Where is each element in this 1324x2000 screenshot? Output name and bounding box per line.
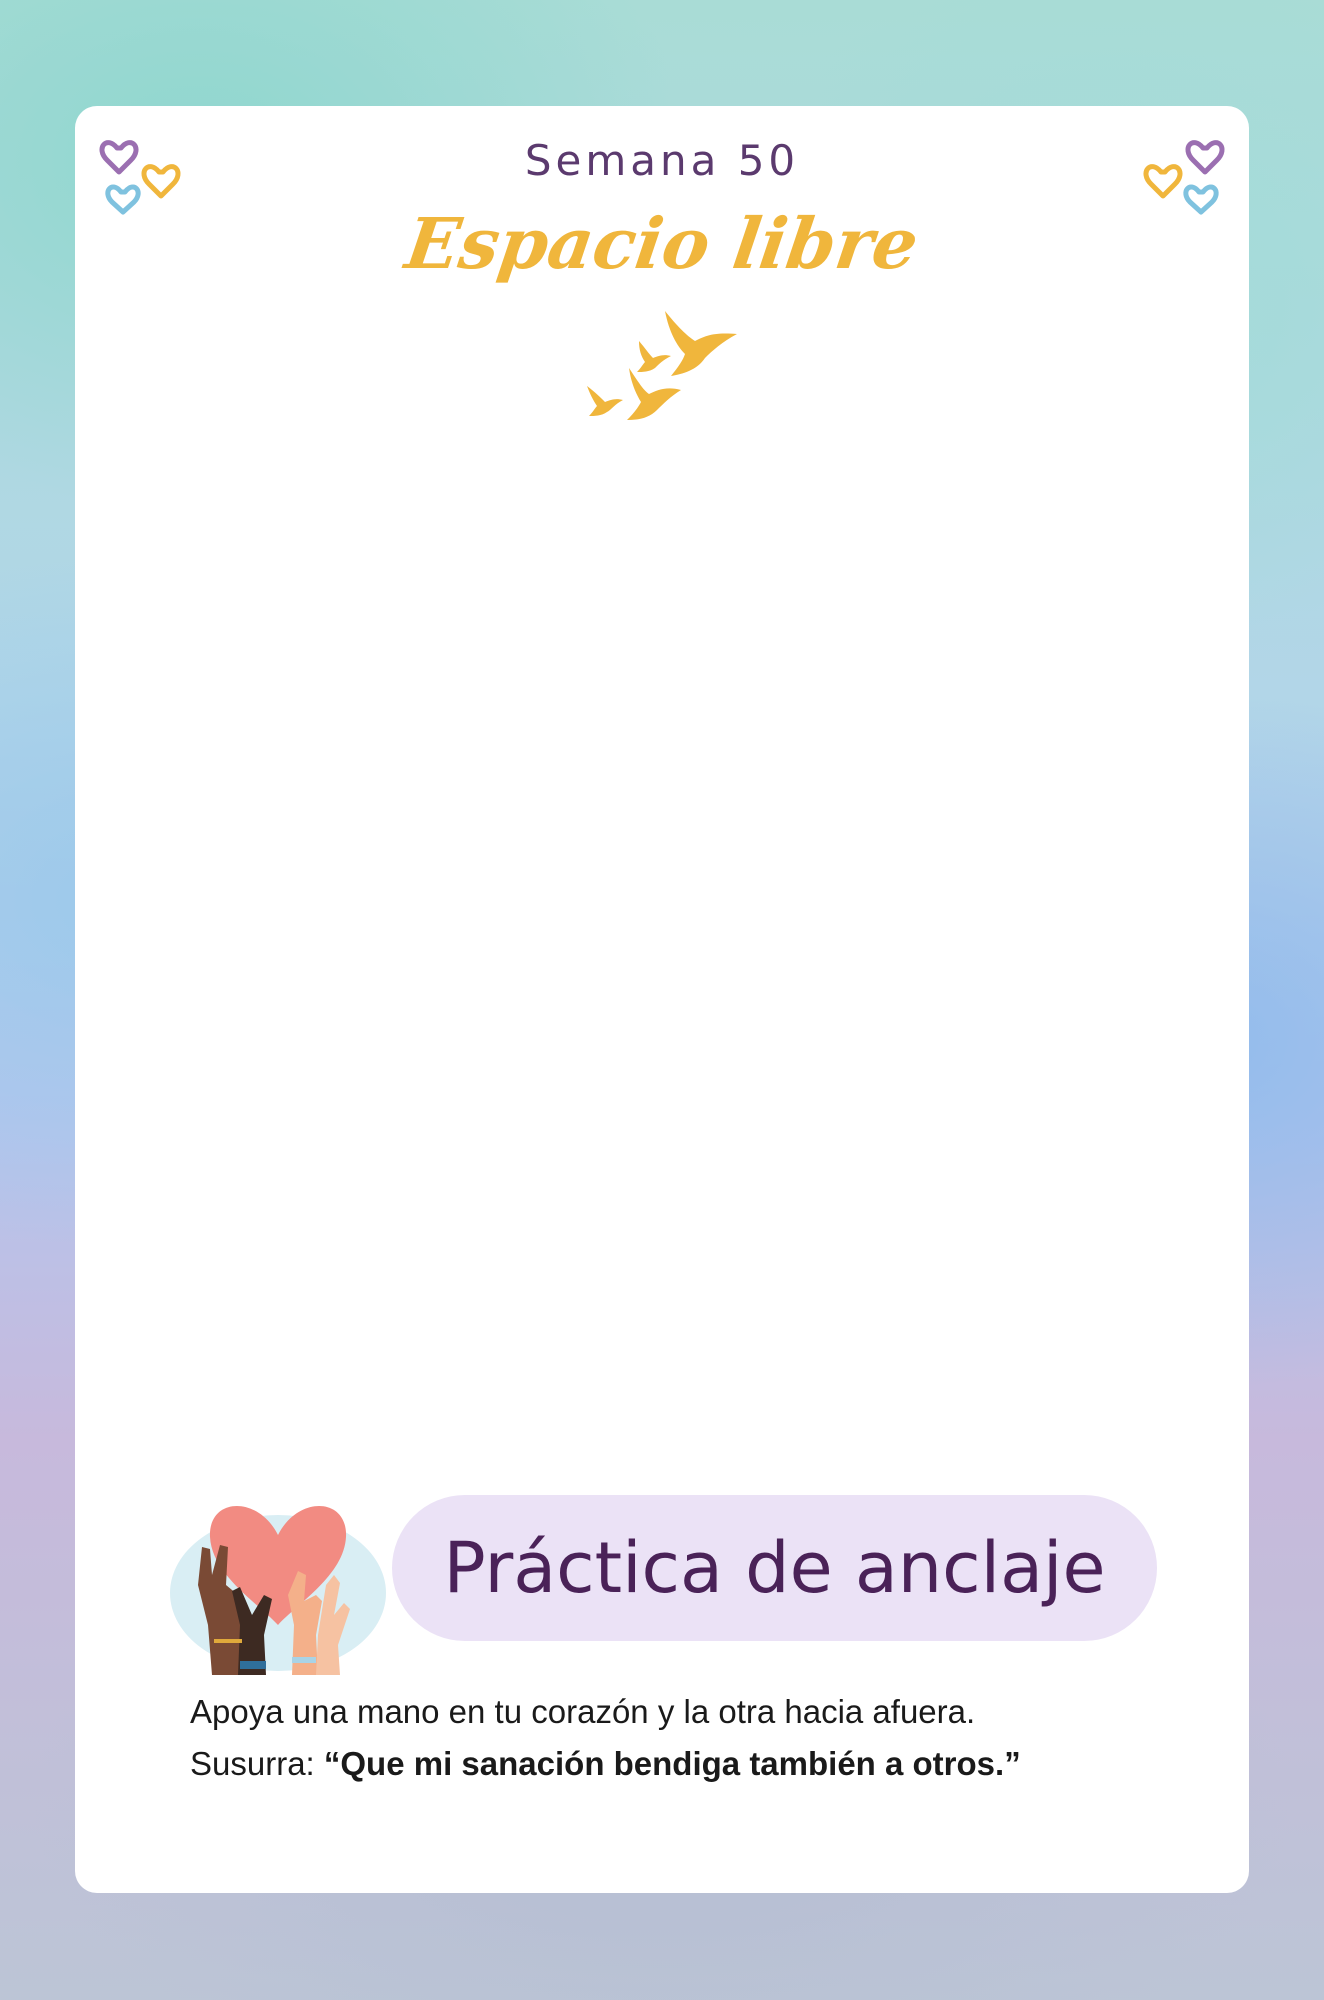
instruction-line: Apoya una mano en tu corazón y la otra h… bbox=[190, 1693, 976, 1730]
instruction-quote: “Que mi sanación bendiga también a otros… bbox=[323, 1745, 1021, 1782]
hands-heart-icon bbox=[170, 1505, 386, 1675]
instruction-prefix: Susurra: bbox=[190, 1745, 324, 1782]
week-label: Semana 50 bbox=[524, 136, 800, 185]
page-title: Espacio libre bbox=[400, 202, 924, 285]
practice-label: Práctica de anclaje bbox=[443, 1527, 1106, 1609]
page-card: Semana 50 Espacio libre Práctica de ancl… bbox=[75, 106, 1249, 1893]
birds-icon bbox=[587, 311, 737, 420]
instruction-line: Susurra: “Que mi sanación bendiga tambié… bbox=[190, 1738, 1170, 1790]
practice-label-pill: Práctica de anclaje bbox=[392, 1495, 1157, 1641]
practice-instructions: Apoya una mano en tu corazón y la otra h… bbox=[190, 1686, 1170, 1790]
